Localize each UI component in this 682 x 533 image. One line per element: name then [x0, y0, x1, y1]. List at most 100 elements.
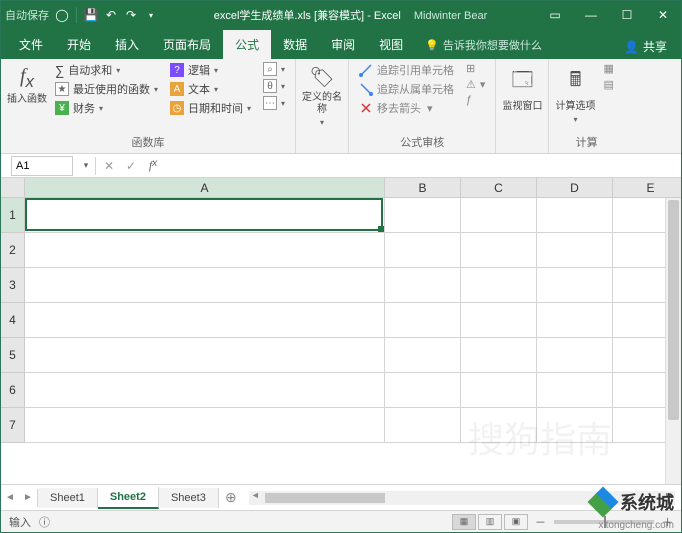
row-header-5[interactable]: 5 [1, 338, 25, 373]
cell[interactable] [537, 233, 613, 268]
cell[interactable] [25, 268, 385, 303]
vertical-scrollbar[interactable] [665, 198, 681, 484]
cell[interactable] [385, 198, 461, 233]
tab-home[interactable]: 开始 [55, 30, 103, 59]
tab-view[interactable]: 视图 [367, 30, 415, 59]
enter-formula-icon[interactable]: ✓ [120, 159, 142, 173]
sheet-nav-prev[interactable]: ◄ [1, 492, 19, 503]
show-formulas-button[interactable]: ⊞ [462, 61, 489, 76]
cell[interactable] [461, 198, 537, 233]
insert-function-icon[interactable]: fx [142, 158, 164, 173]
cell[interactable] [385, 338, 461, 373]
cell[interactable] [537, 268, 613, 303]
zoom-slider[interactable] [554, 520, 654, 524]
row-header-7[interactable]: 7 [1, 408, 25, 443]
column-header-B[interactable]: B [385, 178, 461, 198]
sheet-tab-3[interactable]: Sheet3 [159, 488, 219, 508]
watch-window-button[interactable]: 🗔 监视窗口 [502, 61, 542, 113]
error-checking-button[interactable]: ⚠▾ [462, 77, 489, 92]
cell[interactable] [461, 233, 537, 268]
tab-formula[interactable]: 公式 [223, 30, 271, 59]
calc-now-button[interactable]: ▦ [599, 61, 617, 76]
column-header-C[interactable]: C [461, 178, 537, 198]
select-all-corner[interactable] [1, 178, 25, 198]
insert-function-button[interactable]: fx 插入函数 [7, 61, 47, 117]
tell-me-search[interactable]: 💡告诉我你想要做什么 [415, 31, 552, 59]
cell[interactable] [25, 408, 385, 443]
row-header-3[interactable]: 3 [1, 268, 25, 303]
sheet-tab-1[interactable]: Sheet1 [38, 488, 98, 508]
cell[interactable] [25, 373, 385, 408]
normal-view-button[interactable]: ▦ [452, 514, 476, 530]
minimize-button[interactable]: — [573, 1, 609, 29]
math-button[interactable]: θ▾ [259, 78, 289, 94]
cell[interactable] [385, 408, 461, 443]
column-header-E[interactable]: E [613, 178, 681, 198]
recent-functions-button[interactable]: ★最近使用的函数▾ [51, 80, 162, 98]
column-header-A[interactable]: A [25, 178, 385, 198]
cell[interactable] [385, 233, 461, 268]
cell[interactable] [537, 303, 613, 338]
row-header-2[interactable]: 2 [1, 233, 25, 268]
cell[interactable] [537, 408, 613, 443]
cell[interactable] [385, 268, 461, 303]
cell[interactable] [385, 303, 461, 338]
tab-data[interactable]: 数据 [271, 30, 319, 59]
cell[interactable] [461, 373, 537, 408]
cell[interactable] [25, 303, 385, 338]
redo-icon[interactable]: ↷ [122, 6, 140, 24]
page-layout-view-button[interactable]: ▥ [478, 514, 502, 530]
row-header-4[interactable]: 4 [1, 303, 25, 338]
cell[interactable] [25, 198, 385, 233]
calc-options-button[interactable]: 🖩 计算选项 ▾ [555, 61, 595, 124]
autosave-toggle-icon[interactable]: ◯ [53, 6, 71, 24]
qat-dropdown-icon[interactable]: ▾ [142, 6, 160, 24]
cell[interactable] [537, 373, 613, 408]
more-functions-button[interactable]: ⋯▾ [259, 95, 289, 111]
cell[interactable] [537, 198, 613, 233]
accessibility-icon[interactable]: ⓘ [39, 514, 50, 530]
share-button[interactable]: 👤共享 [616, 34, 675, 59]
row-header-1[interactable]: 1 [1, 198, 25, 233]
tab-review[interactable]: 审阅 [319, 30, 367, 59]
financial-button[interactable]: ¥财务▾ [51, 99, 162, 117]
row-header-6[interactable]: 6 [1, 373, 25, 408]
close-button[interactable]: ✕ [645, 1, 681, 29]
name-box[interactable]: A1 [11, 156, 73, 176]
cell[interactable] [25, 338, 385, 373]
zoom-out-button[interactable]: － [535, 514, 546, 530]
cancel-formula-icon[interactable]: ✕ [98, 159, 120, 173]
ribbon-display-icon[interactable]: ▭ [537, 1, 573, 29]
tab-page-layout[interactable]: 页面布局 [151, 30, 223, 59]
text-button[interactable]: A文本▾ [166, 80, 255, 98]
sheet-tab-2[interactable]: Sheet2 [98, 487, 159, 509]
calc-sheet-button[interactable]: ▤ [599, 77, 617, 92]
zoom-in-button[interactable]: ＋ [662, 514, 673, 530]
cell[interactable] [537, 338, 613, 373]
tab-insert[interactable]: 插入 [103, 30, 151, 59]
trace-precedents-button[interactable]: 追踪引用单元格 [355, 61, 458, 79]
evaluate-formula-button[interactable]: ƒ [462, 93, 489, 107]
undo-icon[interactable]: ↶ [102, 6, 120, 24]
lookup-button[interactable]: ⌕▾ [259, 61, 289, 77]
cell[interactable] [461, 268, 537, 303]
datetime-button[interactable]: ◷日期和时间▾ [166, 99, 255, 117]
remove-arrows-button[interactable]: 移去箭头▾ [355, 99, 458, 117]
autosum-button[interactable]: ∑自动求和▾ [51, 61, 162, 79]
name-box-dropdown[interactable]: ▾ [79, 160, 93, 171]
define-name-button[interactable]: 🏷 定义的名称 ▾ [302, 61, 342, 127]
add-sheet-button[interactable]: ⊕ [219, 489, 243, 506]
cell[interactable] [385, 373, 461, 408]
tab-file[interactable]: 文件 [7, 30, 55, 59]
horizontal-scrollbar[interactable] [249, 491, 675, 505]
logical-button[interactable]: ?逻辑▾ [166, 61, 255, 79]
trace-dependents-button[interactable]: 追踪从属单元格 [355, 80, 458, 98]
maximize-button[interactable]: ☐ [609, 1, 645, 29]
cell[interactable] [461, 408, 537, 443]
cell[interactable] [461, 303, 537, 338]
save-icon[interactable]: 💾 [82, 6, 100, 24]
column-header-D[interactable]: D [537, 178, 613, 198]
sheet-nav-next[interactable]: ► [19, 492, 37, 503]
cell[interactable] [461, 338, 537, 373]
formula-input[interactable] [164, 156, 681, 176]
